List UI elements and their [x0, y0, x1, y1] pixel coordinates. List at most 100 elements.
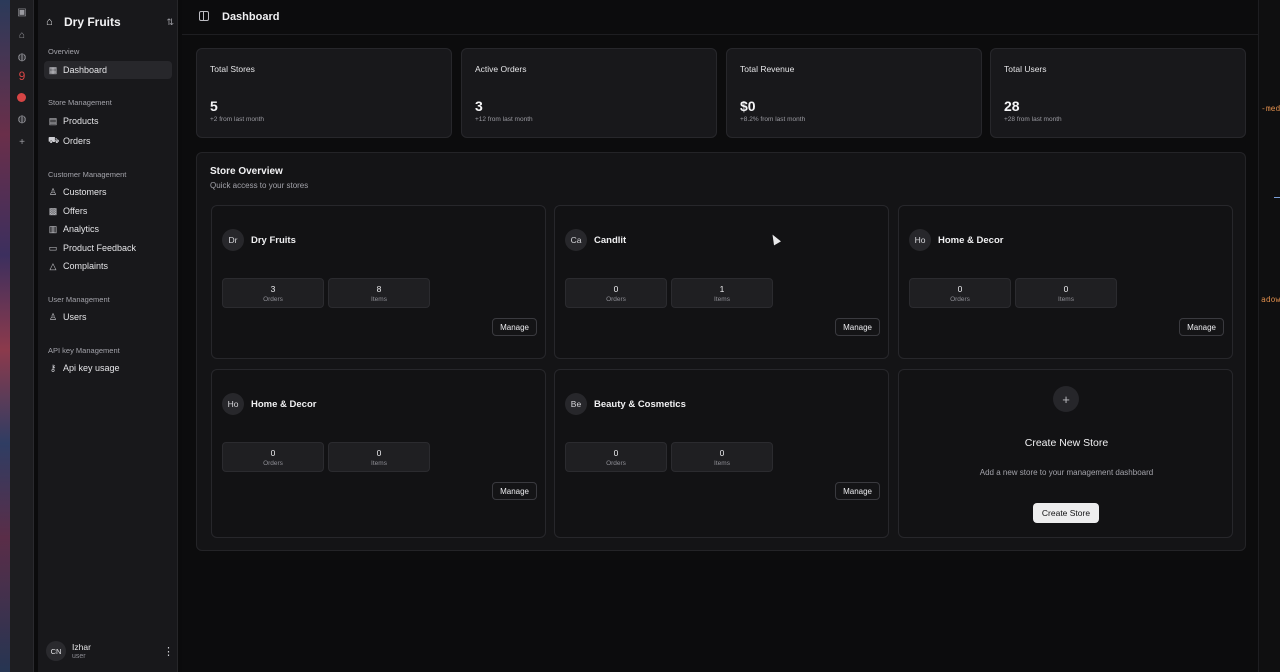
sidebar-item-products[interactable]: ▤ Products [44, 112, 172, 130]
sidebar-item-orders[interactable]: ⛟ Orders [44, 132, 172, 150]
store-avatar: Dr [222, 229, 244, 251]
store-card: Ho Home & Decor 0 Orders 0 Items Manage [898, 205, 1233, 359]
notification-icon[interactable] [17, 93, 26, 102]
stat-value: 5 [210, 98, 218, 114]
items-label: Items [371, 296, 387, 303]
app-rail: ▣ ⌂ ◍ 9 ◍ + [10, 0, 34, 672]
avatar: CN [46, 641, 66, 661]
create-store-card: + Create New Store Add a new store to yo… [898, 369, 1233, 538]
store-avatar: Ca [565, 229, 587, 251]
desktop-background [0, 0, 10, 672]
section-title-customer-management: Customer Management [48, 170, 127, 179]
store-name: Dry Fruits [251, 235, 296, 246]
orders-label: Orders [606, 460, 626, 467]
items-count: 1 [719, 284, 725, 294]
section-title-api-key-management: API key Management [48, 346, 120, 355]
store-card: Dr Dry Fruits 3 Orders 8 Items Manage [211, 205, 546, 359]
store-items-stat: 0 Items [1015, 278, 1117, 308]
items-label: Items [1058, 296, 1074, 303]
code-line [1274, 197, 1280, 198]
stat-change: +2 from last month [210, 116, 265, 123]
sidebar-item-label: Api key usage [63, 363, 120, 373]
items-label: Items [371, 460, 387, 467]
warning-icon: △ [49, 260, 57, 271]
sidebar-item-label: Dashboard [63, 65, 108, 75]
more-vertical-icon[interactable]: ⋮ [163, 645, 174, 658]
sidebar-item-label: Customers [63, 187, 107, 197]
user-menu[interactable]: CN Izhar user ⋮ [46, 640, 174, 662]
sidebar-item-offers[interactable]: ▩ Offers [44, 202, 172, 220]
message-icon: ▭ [48, 242, 58, 253]
stat-label: Active Orders [475, 64, 527, 74]
orders-label: Orders [263, 460, 283, 467]
stat-label: Total Stores [210, 64, 255, 74]
manage-button[interactable]: Manage [492, 482, 537, 500]
section-title-overview: Overview [48, 47, 80, 56]
top-bar: Dashboard [182, 0, 1258, 35]
chart-icon: ▥ [48, 223, 58, 234]
section-subtitle: Quick access to your stores [210, 181, 309, 190]
stat-value: 28 [1004, 98, 1020, 114]
store-name: Home & Decor [251, 399, 317, 410]
store-orders-stat: 0 Orders [222, 442, 324, 472]
create-store-button[interactable]: Create Store [1033, 503, 1099, 523]
globe-icon[interactable]: ◍ [15, 112, 29, 126]
orders-label: Orders [606, 296, 626, 303]
section-title-store-management: Store Management [48, 98, 112, 107]
plus-icon[interactable]: + [15, 135, 29, 149]
store-items-stat: 0 Items [328, 442, 430, 472]
sidebar-item-label: Complaints [63, 261, 109, 271]
manage-button[interactable]: Manage [492, 318, 537, 336]
sidebar-item-users[interactable]: ♙ Users [44, 308, 172, 326]
key-icon: ⚷ [49, 362, 57, 373]
manage-button[interactable]: Manage [835, 482, 880, 500]
store-orders-stat: 3 Orders [222, 278, 324, 308]
items-label: Items [714, 460, 730, 467]
sidebar-item-label: Product Feedback [63, 243, 137, 253]
sidebar-item-label: Offers [63, 206, 88, 216]
items-count: 8 [376, 284, 382, 294]
sidebar-item-customers[interactable]: ♙ Customers [44, 183, 172, 201]
stat-change: +12 from last month [475, 116, 533, 123]
stat-label: Total Users [1004, 64, 1047, 74]
sidebar: ⌂ Dry Fruits ⇅ Overview ▦ Dashboard Stor… [38, 0, 178, 672]
panel-icon[interactable]: ▣ [15, 5, 29, 19]
manage-button[interactable]: Manage [835, 318, 880, 336]
store-items-stat: 8 Items [328, 278, 430, 308]
stat-label: Total Revenue [740, 64, 795, 74]
store-icon[interactable]: ⌂ [15, 28, 29, 42]
app-window: ▣ ⌂ ◍ 9 ◍ + ⌂ Dry Fruits ⇅ Overview ▦ Da… [0, 0, 1280, 672]
store-items-stat: 0 Items [671, 442, 773, 472]
store-name: Candlit [594, 235, 627, 246]
sidebar-item-dashboard[interactable]: ▦ Dashboard [44, 61, 172, 79]
stat-change: +8.2% from last month [740, 116, 806, 123]
sidebar-item-analytics[interactable]: ▥ Analytics [44, 220, 172, 238]
orders-count: 0 [957, 284, 963, 294]
user-icon: ♙ [48, 186, 58, 197]
sidebar-item-complaints[interactable]: △ Complaints [44, 257, 172, 275]
stat-change: +28 from last month [1004, 116, 1062, 123]
chevron-updown-icon: ⇅ [166, 16, 174, 27]
manage-button[interactable]: Manage [1179, 318, 1224, 336]
sidebar-item-product-feedback[interactable]: ▭ Product Feedback [44, 239, 172, 257]
plus-icon[interactable]: + [1053, 386, 1079, 412]
store-switcher-name: Dry Fruits [64, 15, 121, 29]
create-store-title: Create New Store [1024, 437, 1109, 449]
box-icon: ▤ [48, 115, 58, 126]
store-switcher[interactable]: ⌂ Dry Fruits ⇅ [46, 12, 174, 32]
store-orders-stat: 0 Orders [909, 278, 1011, 308]
store-avatar: Ho [909, 229, 931, 251]
store-card: Ca Candlit 0 Orders 1 Items Manage [554, 205, 889, 359]
sidebar-item-api-key-usage[interactable]: ⚷ Api key usage [44, 359, 172, 377]
user-role: user [72, 653, 86, 660]
store-name: Home & Decor [938, 235, 1004, 246]
globe-icon[interactable]: ◍ [15, 50, 29, 64]
items-count: 0 [1063, 284, 1069, 294]
section-title-user-management: User Management [48, 295, 110, 304]
app-icon[interactable]: 9 [15, 69, 29, 83]
editor-edge: -med adow [1258, 0, 1280, 672]
stat-card-total-stores: Total Stores 5 +2 from last month [196, 48, 452, 138]
orders-label: Orders [950, 296, 970, 303]
sidebar-item-label: Users [63, 312, 87, 322]
sidebar-toggle-icon[interactable] [199, 11, 209, 21]
